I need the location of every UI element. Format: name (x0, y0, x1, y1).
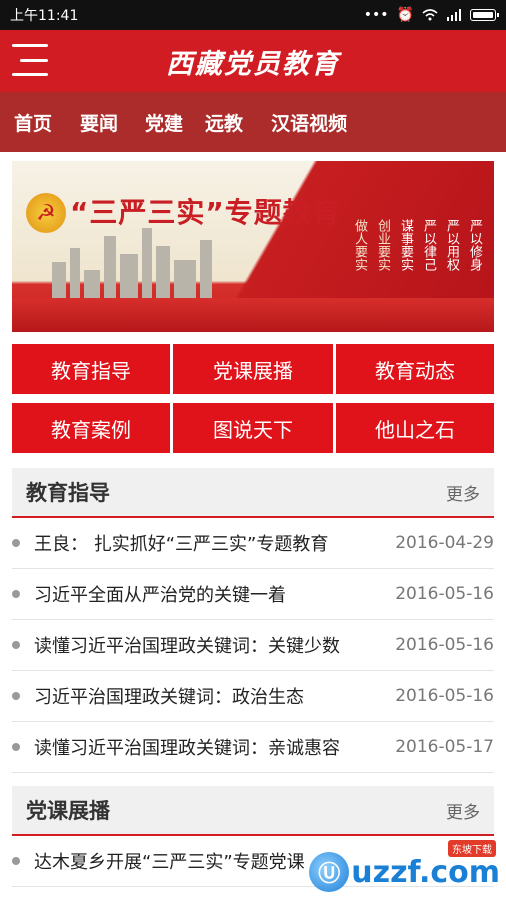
section-header: 党课展播 更多 (12, 786, 494, 836)
bullet-icon (12, 539, 20, 547)
article-title: 习近平治国理政关键词：政治生态 (34, 687, 304, 708)
slogan: 严以用权 (444, 219, 459, 271)
status-bar: 上午11:41 ••• ⏰ (0, 0, 506, 30)
nav-item-home[interactable]: 首页 (14, 109, 52, 136)
bullet-icon (12, 590, 20, 598)
banner-slogans: 做人要实 创业要实 谋事要实 严以律己 严以用权 严以修身 (352, 219, 482, 271)
category-grid: 教育指导 党课展播 教育动态 教育案例 图说天下 他山之石 (12, 344, 494, 453)
bullet-icon (12, 641, 20, 649)
article-date: 2016-05-17 (395, 737, 494, 757)
wifi-icon (422, 9, 438, 21)
app-header: 西藏党员教育 (0, 30, 506, 92)
slogan: 创业要实 (375, 219, 390, 271)
banner[interactable]: ☭ “三严三实”专题教育 做人要实 创业要实 谋事要实 严以律己 严以用权 严以… (12, 161, 494, 332)
education-guidance-button[interactable]: 教育指导 (12, 344, 170, 394)
alarm-clock-icon: ⏰ (396, 7, 414, 23)
list-item[interactable]: 王良： 扎实抓好“三严三实”专题教育 2016-04-29 (12, 518, 494, 569)
section-header: 教育指导 更多 (12, 468, 494, 518)
city-skyline (52, 228, 212, 298)
pictures-world-button[interactable]: 图说天下 (173, 403, 333, 453)
education-news-button[interactable]: 教育动态 (336, 344, 494, 394)
article-date: 2016-05-16 (395, 635, 494, 655)
party-emblem-icon: ☭ (26, 193, 66, 233)
slogan: 谋事要实 (398, 219, 413, 271)
slogan: 做人要实 (352, 219, 367, 271)
bullet-icon (12, 743, 20, 751)
watermark-text: uzzf.com (351, 854, 500, 890)
nav-item-distance-education[interactable]: 远教 (205, 109, 243, 136)
article-list: 王良： 扎实抓好“三严三实”专题教育 2016-04-29 习近平全面从严治党的… (12, 518, 494, 773)
article-date: 2016-04-29 (395, 533, 494, 553)
article-date: 2016-05-16 (395, 686, 494, 706)
more-dots-icon: ••• (363, 7, 389, 23)
more-link[interactable]: 更多 (446, 480, 480, 505)
slogan: 严以修身 (467, 219, 482, 271)
article-date: 2016-05-16 (395, 584, 494, 604)
article-title: 王良： 扎实抓好“三严三实”专题教育 (34, 534, 329, 555)
other-insights-button[interactable]: 他山之石 (336, 403, 494, 453)
bullet-icon (12, 857, 20, 865)
battery-icon (470, 9, 499, 21)
bullet-icon (12, 692, 20, 700)
nav-item-party-building[interactable]: 党建 (145, 109, 183, 136)
watermark-logo-icon: Ⓤ (309, 852, 350, 892)
section-title: 党课展播 (26, 799, 110, 823)
article-title: 习近平全面从严治党的关键一着 (34, 585, 286, 606)
app-title: 西藏党员教育 (166, 48, 340, 80)
status-time: 上午11:41 (10, 8, 79, 24)
education-cases-button[interactable]: 教育案例 (12, 403, 170, 453)
banner-title: “三严三实”专题教育 (70, 196, 341, 229)
watermark-badge: 东坡下载 (448, 840, 496, 857)
party-lecture-button[interactable]: 党课展播 (173, 344, 333, 394)
menu-icon[interactable] (12, 44, 48, 76)
list-item[interactable]: 习近平治国理政关键词：政治生态 2016-05-16 (12, 671, 494, 722)
article-title: 读懂习近平治国理政关键词：亲诚惠容 (34, 738, 340, 759)
article-title: 读懂习近平治国理政关键词：关键少数 (34, 636, 340, 657)
signal-icon (446, 9, 462, 21)
nav-item-chinese-video[interactable]: 汉语视频 (271, 109, 347, 136)
section-title: 教育指导 (26, 481, 110, 505)
nav-bar: 首页 要闻 党建 远教 汉语视频 (0, 92, 506, 152)
list-item[interactable]: 读懂习近平治国理政关键词：关键少数 2016-05-16 (12, 620, 494, 671)
status-icons: ••• ⏰ (363, 7, 499, 23)
nav-item-news[interactable]: 要闻 (80, 109, 118, 136)
slogan: 严以律己 (421, 219, 436, 271)
more-link[interactable]: 更多 (446, 798, 480, 823)
watermark: Ⓤ uzzf.com 东坡下载 (309, 840, 500, 892)
list-item[interactable]: 读懂习近平治国理政关键词：亲诚惠容 2016-05-17 (12, 722, 494, 773)
list-item[interactable]: 习近平全面从严治党的关键一着 2016-05-16 (12, 569, 494, 620)
